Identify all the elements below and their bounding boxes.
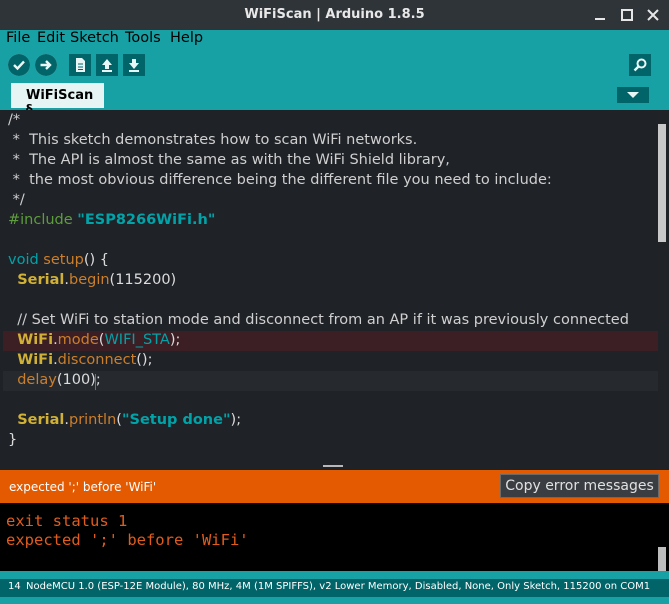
code-line-17: }: [8, 432, 18, 448]
code-editor[interactable]: /* * This sketch demonstrates how to sca…: [0, 110, 669, 462]
code-punct: ();: [136, 352, 153, 368]
include-file: "ESP8266WiFi.h": [77, 212, 216, 228]
string-setup-done: "Setup done": [121, 412, 231, 428]
console-line-1: exit status 1: [6, 512, 128, 530]
tab-menu-button[interactable]: [617, 87, 649, 103]
console-line-2: expected ';' before 'WiFi': [6, 531, 249, 549]
arrow-right-icon: [35, 54, 57, 76]
maximize-icon[interactable]: [617, 5, 637, 25]
window-title: WiFiScan | Arduino 1.8.5: [244, 7, 425, 22]
current-line-highlight: [3, 371, 658, 391]
code-line-12: WiFi.mode(WIFI_STA);: [8, 332, 180, 352]
menu-tools[interactable]: Tools: [125, 30, 161, 46]
code-line-5: */: [8, 192, 25, 208]
object-wifi: WiFi: [17, 332, 54, 348]
code-punct: );: [230, 412, 242, 428]
board-info: NodeMCU 1.0 (ESP-12E Module), 80 MHz, 4M…: [26, 581, 651, 592]
code-line-14: delay(100);: [8, 372, 101, 392]
upload-button[interactable]: [35, 54, 57, 76]
console-output[interactable]: exit status 1 expected ';' before 'WiFi': [0, 503, 669, 571]
object-serial: Serial: [17, 272, 65, 288]
title-bar: WiFiScan | Arduino 1.8.5: [0, 0, 669, 30]
magnifier-icon: [629, 54, 651, 76]
menu-sketch[interactable]: Sketch: [70, 30, 119, 46]
error-message: expected ';' before 'WiFi': [9, 480, 157, 494]
text-caret: [95, 374, 96, 390]
close-icon[interactable]: [643, 5, 663, 25]
include-directive: #include: [8, 212, 78, 228]
keyword-void: void: [8, 252, 44, 268]
arrow-down-icon: [123, 54, 145, 76]
triangle-down-icon: [627, 92, 639, 98]
open-sketch-button[interactable]: [96, 54, 118, 76]
status-bar: 14 NodeMCU 1.0 (ESP-12E Module), 80 MHz,…: [0, 571, 669, 604]
function-disconnect: disconnect: [57, 352, 137, 368]
code-line-11: // Set WiFi to station mode and disconne…: [8, 312, 629, 328]
menu-help[interactable]: Help: [170, 30, 203, 46]
menu-edit[interactable]: Edit: [37, 30, 65, 46]
document-icon: [69, 54, 91, 76]
divider-grip-icon[interactable]: [323, 465, 343, 467]
constant-wifi-sta: WIFI_STA: [104, 332, 170, 348]
line-number: 14: [8, 581, 21, 592]
menu-file[interactable]: File: [6, 30, 30, 46]
function-mode: mode: [57, 332, 99, 348]
code-line-9: Serial.begin(115200): [8, 272, 176, 292]
code-punct: );: [169, 332, 181, 348]
error-bar: expected ';' before 'WiFi' Copy error me…: [0, 470, 669, 503]
code-punct: () {: [83, 252, 110, 268]
save-sketch-button[interactable]: [123, 54, 145, 76]
code-line-2: * This sketch demonstrates how to scan W…: [8, 132, 418, 148]
code-line-4: * the most obvious difference being the …: [8, 172, 552, 188]
function-println: println: [68, 412, 117, 428]
code-args: (115200): [109, 272, 177, 288]
code-line-8: void setup() {: [8, 252, 109, 272]
code-line-6: #include "ESP8266WiFi.h": [8, 212, 215, 232]
checkmark-icon: [8, 54, 30, 76]
arduino-ide-window: WiFiScan | Arduino 1.8.5 File Edit Sketc…: [0, 0, 669, 604]
function-delay: delay: [17, 372, 57, 388]
code-line-16: Serial.println("Setup done");: [8, 412, 241, 432]
copy-error-messages-button[interactable]: Copy error messages: [500, 474, 659, 498]
menu-bar: File Edit Sketch Tools Help: [0, 30, 669, 50]
tab-wifiscan[interactable]: WiFiScan §: [11, 83, 104, 118]
object-serial: Serial: [17, 412, 65, 428]
code-line-1: /*: [8, 112, 21, 128]
arrow-up-icon: [96, 54, 118, 76]
function-setup: setup: [43, 252, 84, 268]
console-scrollbar-thumb[interactable]: [658, 547, 666, 571]
new-sketch-button[interactable]: [69, 54, 91, 76]
minimize-icon[interactable]: [590, 5, 610, 25]
verify-button[interactable]: [8, 54, 30, 76]
serial-monitor-button[interactable]: [629, 54, 651, 76]
code-line-13: WiFi.disconnect();: [8, 352, 152, 372]
code-line-3: * The API is almost the same as with the…: [8, 152, 450, 168]
status-strip: 14 NodeMCU 1.0 (ESP-12E Module), 80 MHz,…: [0, 579, 669, 597]
object-wifi: WiFi: [17, 352, 54, 368]
function-begin: begin: [68, 272, 110, 288]
editor-scrollbar-thumb[interactable]: [658, 124, 666, 242]
